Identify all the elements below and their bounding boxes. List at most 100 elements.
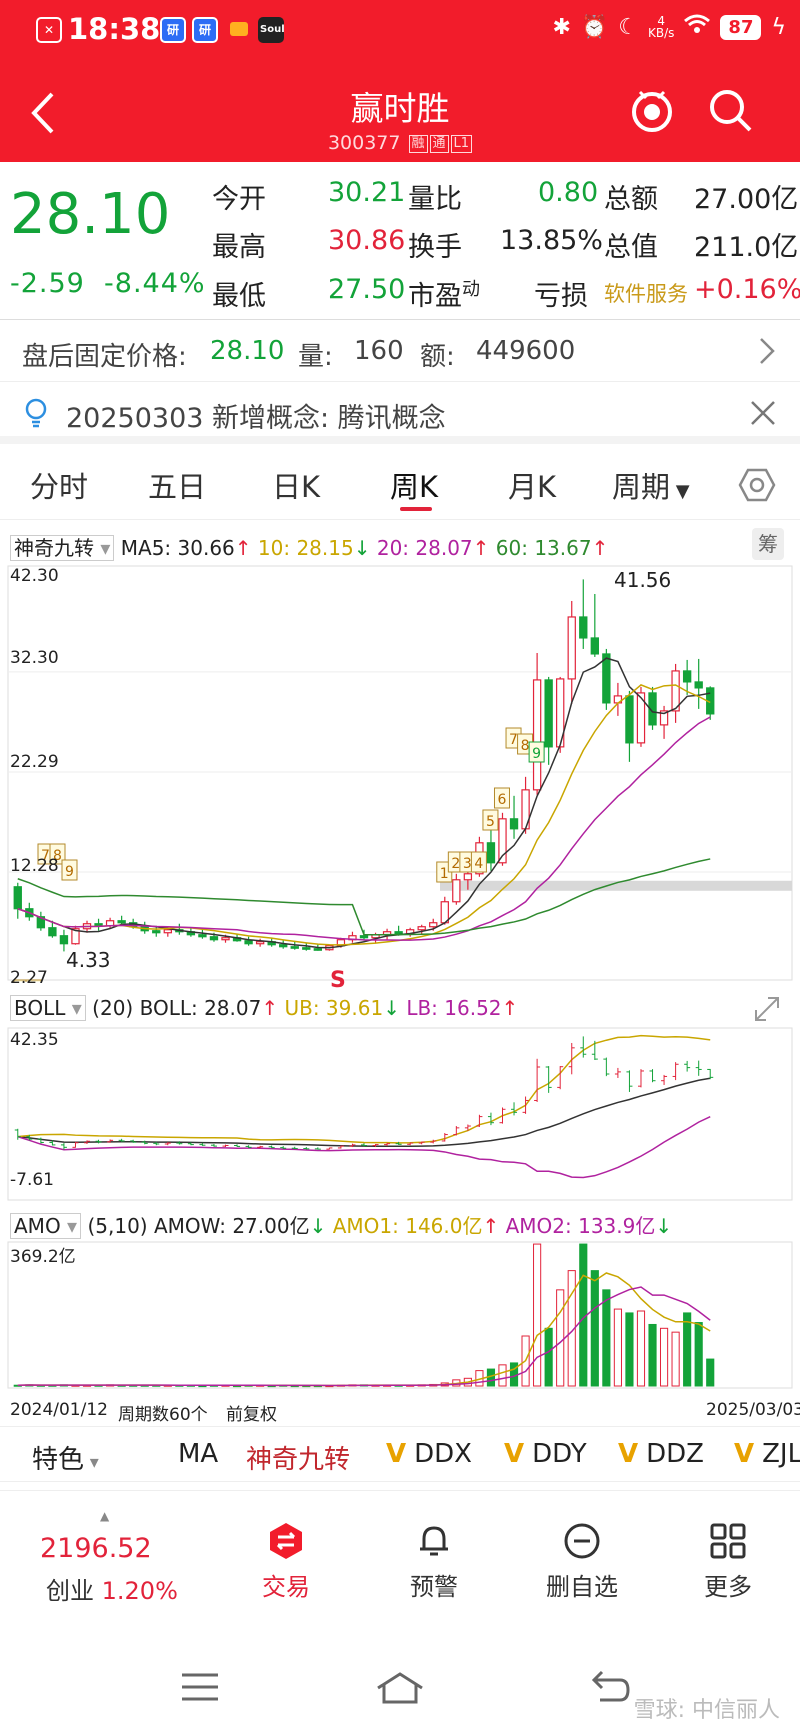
- assistant-robot-icon[interactable]: [626, 82, 678, 134]
- boll-frame: [7, 1027, 793, 1201]
- candle: [452, 879, 461, 903]
- sell-signal-label: S: [330, 968, 346, 993]
- candle: [417, 926, 426, 931]
- td-count-number: 1: [440, 866, 449, 882]
- app-notif-icon: 研: [160, 17, 186, 43]
- open-label: 今开: [212, 184, 266, 215]
- tab-period[interactable]: 周期 ▼: [612, 464, 690, 506]
- boll-legend: BOLL ▾ (20) BOLL: 28.07↑ UB: 39.61↓ LB: …: [10, 995, 518, 1021]
- amo-y-top: 369.2亿: [10, 1247, 76, 1267]
- candle: [279, 944, 288, 948]
- index-value[interactable]: 2196.52: [40, 1533, 152, 1564]
- amo-bar: [671, 1331, 680, 1387]
- moon-icon: ☾: [618, 14, 639, 40]
- lightbulb-icon: [25, 398, 47, 428]
- amo-bar: [590, 1270, 599, 1387]
- soul-app-icon: Soul: [258, 17, 285, 43]
- x-axis-start: 2024/01/12: [10, 1400, 108, 1420]
- candle: [163, 929, 172, 934]
- td-count-number: 4: [474, 856, 483, 872]
- candle: [48, 927, 57, 937]
- toolbar-ddz[interactable]: V DDZ: [618, 1439, 704, 1469]
- remove-watchlist-button[interactable]: 删自选: [512, 1521, 652, 1602]
- candle: [255, 941, 265, 945]
- close-icon[interactable]: [750, 400, 776, 426]
- candle: [394, 931, 403, 935]
- level-tag: L1: [450, 135, 473, 153]
- trade-button[interactable]: 交易: [216, 1521, 356, 1602]
- amo-bar: [706, 1358, 715, 1387]
- status-bar: ✕ 18:38 研 研 Soul ✱ ⏰ ☾ 4 KB/s 87 ϟ: [0, 0, 800, 62]
- amo-bar: [533, 1243, 542, 1387]
- caret-up-icon: ▲: [100, 1509, 110, 1523]
- candle: [313, 948, 323, 951]
- toolbar-zjl[interactable]: V ZJL: [734, 1439, 800, 1469]
- alarm-icon: ⏰: [580, 14, 609, 40]
- tab-daily-k[interactable]: 日K: [272, 464, 320, 506]
- after-hours-amt: 449600: [476, 336, 576, 366]
- index-line[interactable]: 创业 1.20%: [46, 1571, 178, 1606]
- more-button[interactable]: 更多: [658, 1521, 798, 1602]
- v-badge-icon: V: [386, 1439, 407, 1469]
- candle: [290, 946, 299, 949]
- feature-dropdown[interactable]: 特色 ▾: [32, 1439, 99, 1476]
- search-icon[interactable]: [706, 86, 754, 134]
- toolbar-td-seq[interactable]: 神奇九转: [246, 1439, 350, 1476]
- candle: [209, 936, 219, 941]
- tab-monthly-k[interactable]: 月K: [508, 464, 556, 506]
- candlestick-chart[interactable]: 56789123456789: [0, 562, 800, 982]
- alert-button[interactable]: 预警: [364, 1521, 504, 1602]
- candle: [152, 930, 161, 934]
- chip-distribution-button[interactable]: 筹: [752, 528, 784, 560]
- after-hours-row[interactable]: 盘后固定价格: 28.10 量: 160 额: 449600: [0, 320, 800, 382]
- amount-label: 总额: [604, 184, 658, 215]
- after-hours-label: 盘后固定价格:: [22, 342, 187, 372]
- candle: [429, 922, 438, 928]
- amo-volume-chart: [7, 1241, 793, 1389]
- indicator-select[interactable]: 神奇九转 ▾: [10, 535, 115, 561]
- main-indicator-legend: 神奇九转 ▾ MA5: 30.66↑ 10: 28.15↓ 20: 28.07↑…: [10, 532, 608, 561]
- grid-icon: [710, 1523, 746, 1559]
- candle: [359, 935, 369, 939]
- last-price: 28.10: [10, 182, 171, 247]
- y-axis-3: 22.29: [10, 752, 59, 772]
- td-count-number: 6: [497, 792, 506, 808]
- high-label: 最高: [212, 232, 266, 263]
- ma10-line: [17, 684, 711, 946]
- expand-icon[interactable]: [752, 994, 782, 1024]
- amo-bar: [556, 1289, 565, 1387]
- tab-five-day[interactable]: 五日: [148, 464, 206, 506]
- net-speed: 4 KB/s: [648, 14, 675, 40]
- amo-bar: [694, 1322, 703, 1387]
- x-axis-end: 2025/03/03: [706, 1400, 800, 1420]
- boll-select[interactable]: BOLL ▾: [10, 995, 86, 1021]
- amo-bar: [683, 1312, 692, 1387]
- candle: [221, 937, 230, 941]
- home-icon[interactable]: [374, 1670, 426, 1706]
- amo-bar: [659, 1327, 669, 1387]
- tab-intraday[interactable]: 分时: [30, 464, 88, 506]
- stock-code-line: 300377 融通 L1: [0, 132, 800, 154]
- notification-icon: ✕: [36, 17, 62, 43]
- ma20-line: [17, 716, 711, 941]
- td-count-number: 9: [65, 864, 74, 880]
- boll-chart: [7, 1027, 793, 1201]
- concept-banner[interactable]: 20250303 新增概念: 腾讯概念: [0, 382, 800, 444]
- toolbar-ddx[interactable]: V DDX: [386, 1439, 472, 1469]
- toolbar-ddy[interactable]: V DDY: [504, 1439, 587, 1469]
- battery-indicator: 87: [720, 14, 762, 40]
- tab-weekly-k[interactable]: 周K: [390, 464, 438, 506]
- boll-upper-line: [17, 1034, 711, 1144]
- back-nav-icon[interactable]: [590, 1670, 630, 1704]
- amo-select[interactable]: AMO ▾: [10, 1213, 82, 1239]
- bell-icon: [420, 1526, 448, 1556]
- sector-name[interactable]: 软件服务: [604, 278, 688, 308]
- toolbar-ma[interactable]: MA: [178, 1439, 218, 1469]
- minus-circle-icon: [564, 1523, 600, 1559]
- y-axis-2: 32.30: [10, 648, 59, 668]
- menu-icon[interactable]: [180, 1670, 220, 1704]
- x-axis-adjust: 前复权: [226, 1405, 277, 1425]
- candle: [567, 616, 576, 680]
- settings-hex-icon[interactable]: [738, 466, 776, 504]
- kline-chart-area[interactable]: 神奇九转 ▾ MA5: 30.66↑ 10: 28.15↓ 20: 28.07↑…: [0, 520, 800, 1425]
